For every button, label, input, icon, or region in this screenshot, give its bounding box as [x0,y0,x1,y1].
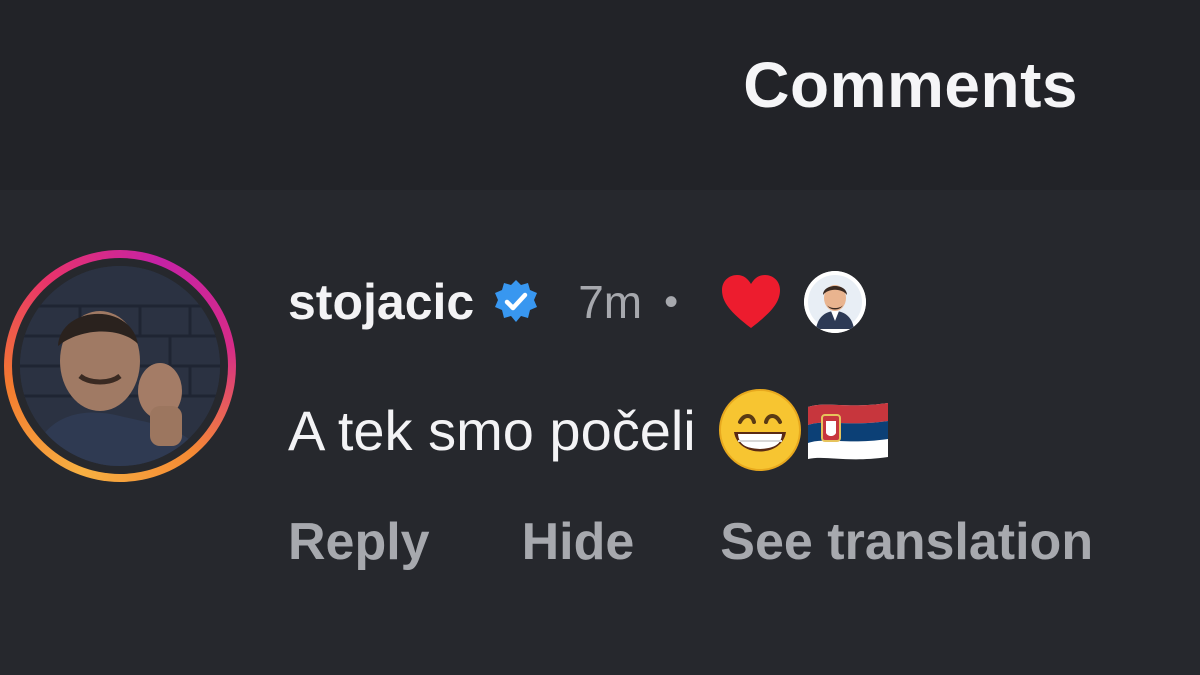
verified-badge-icon [492,278,540,326]
reply-button[interactable]: Reply [288,512,430,572]
comment-time: 7m [578,276,643,328]
grinning-face-icon [718,388,802,472]
comment-text-row: A tek smo počeli [288,388,890,472]
avatar[interactable] [20,266,220,466]
comment-meta: stojacic 7m • [288,270,867,334]
serbia-flag-icon [806,399,890,461]
story-ring[interactable] [4,250,236,482]
comment-body: A tek smo počeli [288,398,696,462]
page-title: Comments [743,49,1078,121]
comments-header: Comments [0,0,1200,190]
separator-dot: • [664,279,679,324]
username[interactable]: stojacic [288,273,474,331]
see-translation-button[interactable]: See translation [720,512,1093,572]
avatar-photo [20,266,220,466]
liked-by-avatar[interactable] [804,271,867,333]
heart-icon[interactable] [720,274,782,330]
comment-item: stojacic 7m • A tek smo počeli Reply Hid… [0,190,1200,675]
comment-actions: Reply Hide See translation [288,512,1093,572]
hide-button[interactable]: Hide [522,512,635,572]
